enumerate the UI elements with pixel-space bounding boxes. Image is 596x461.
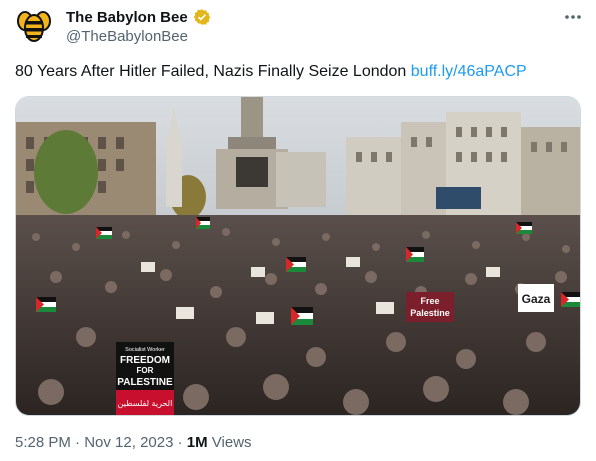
bee-logo-icon — [17, 11, 51, 42]
sign-2-line1: Free — [420, 296, 439, 306]
tweet-meta: 5:28 PM · Nov 12, 2023 · 1M Views — [15, 434, 252, 451]
more-options-button[interactable] — [562, 9, 584, 25]
sign-1-arabic: الحرية لفلسطين — [118, 399, 173, 408]
sign-3-text: Gaza — [522, 292, 551, 306]
sign-freedom-for-palestine: Socialist Worker FREEDOM FOR PALESTINE ا… — [116, 342, 174, 415]
tweet-date[interactable]: Nov 12, 2023 — [84, 434, 173, 451]
views-count: 1M — [186, 434, 208, 451]
tweet-body: 80 Years After Hitler Failed, Nazis Fina… — [15, 63, 411, 80]
avatar[interactable] — [14, 6, 54, 46]
sign-2-line2: Palestine — [410, 308, 450, 318]
views-label: Views — [207, 434, 252, 451]
author-name-row: The Babylon Bee — [66, 8, 211, 26]
meta-separator: · — [173, 434, 187, 451]
sign-1-line2: FREEDOM — [120, 355, 170, 366]
more-dots-icon — [565, 15, 581, 19]
author-display-name[interactable]: The Babylon Bee — [66, 9, 188, 26]
meta-separator: · — [70, 434, 85, 451]
sign-1-line4: PALESTINE — [117, 377, 173, 388]
tweet-time[interactable]: 5:28 PM — [15, 434, 71, 451]
sign-1-line1: Socialist Worker — [125, 347, 165, 353]
author-handle[interactable]: @TheBabylonBee — [66, 28, 188, 45]
protest-photo: Socialist Worker FREEDOM FOR PALESTINE ا… — [16, 97, 580, 415]
sign-gaza: Gaza — [518, 284, 554, 312]
tweet-text: 80 Years After Hitler Failed, Nazis Fina… — [15, 63, 527, 81]
tweet-media-image[interactable]: Socialist Worker FREEDOM FOR PALESTINE ا… — [15, 96, 581, 416]
sign-1-line3: FOR — [137, 366, 154, 375]
verified-badge-icon[interactable] — [193, 8, 211, 26]
sign-free-palestine: Free Palestine — [406, 292, 454, 322]
tweet-link[interactable]: buff.ly/46aPACP — [411, 63, 527, 80]
